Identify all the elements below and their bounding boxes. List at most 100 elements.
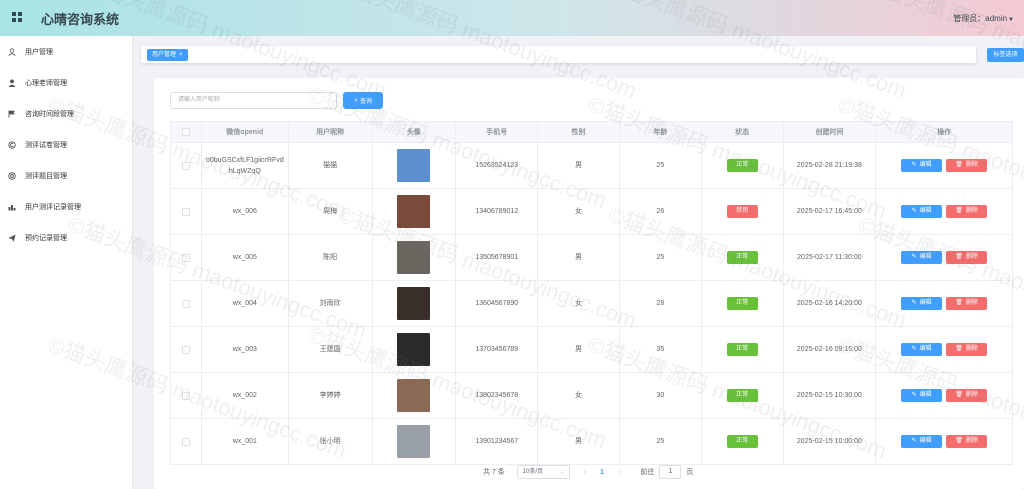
delete-button[interactable]: 🗑 删除 [946, 297, 988, 310]
avatar[interactable] [397, 149, 431, 182]
next-page-button[interactable]: › [618, 469, 620, 476]
avatar-cell [373, 327, 457, 372]
prev-page-button[interactable]: ‹ [584, 469, 586, 476]
row-select[interactable] [171, 143, 202, 188]
age-cell: 25 [620, 235, 702, 280]
delete-button[interactable]: 🗑 删除 [946, 343, 988, 356]
search-input[interactable]: 请输入用户昵称 [170, 92, 337, 109]
edit-button[interactable]: ✎ 编辑 [901, 389, 943, 402]
row-select[interactable] [171, 327, 202, 372]
avatar[interactable] [397, 379, 431, 412]
sidebar-item-label: 测评题目管理 [25, 173, 67, 180]
avatar[interactable] [397, 287, 431, 320]
search-icon: ⌕ [354, 96, 358, 104]
nickname-cell: 猫猫 [289, 143, 373, 188]
edit-label: 编辑 [919, 162, 932, 168]
menu-grid-icon[interactable] [12, 12, 22, 22]
page-size-value: 10条/页 [522, 469, 544, 475]
sidebar-item-papers[interactable]: 测评试卷管理 [0, 135, 133, 155]
top-header: 心晴咨询系统 管理员：admin▼ [0, 0, 1024, 36]
avatar-cell [373, 189, 457, 234]
search-button[interactable]: ⌕ 查询 [343, 92, 383, 109]
checkbox[interactable] [181, 253, 190, 262]
avatar[interactable] [397, 333, 431, 366]
sidebar-item-test-records[interactable]: 用户测评记录管理 [0, 197, 133, 217]
checkbox[interactable] [181, 391, 190, 400]
trash-icon: 🗑 [955, 346, 963, 352]
checkbox[interactable] [181, 128, 190, 136]
sidebar-item-questions[interactable]: 测评题目管理 [0, 166, 133, 186]
actions-cell: ✎ 编辑 🗑 删除 [876, 143, 1012, 188]
phone-cell: 13406789012 [456, 189, 539, 234]
delete-button[interactable]: 🗑 删除 [946, 251, 988, 264]
edit-icon: ✎ [911, 254, 917, 260]
edit-button[interactable]: ✎ 编辑 [901, 251, 943, 264]
delete-button[interactable]: 🗑 删除 [946, 435, 988, 448]
sidebar-item-timeslots[interactable]: 咨询时间段管理 [0, 104, 133, 124]
sidebar-item-teachers[interactable]: 心理老师管理 [0, 73, 133, 93]
avatar-cell [373, 143, 457, 188]
page-number-current[interactable]: 1 [600, 469, 604, 476]
openid-cell: wx_002 [202, 373, 289, 418]
row-select[interactable] [171, 419, 202, 464]
row-select[interactable] [171, 281, 202, 326]
user-menu[interactable]: 管理员：admin▼ [953, 13, 1014, 24]
chevron-down-icon: ⌄ [559, 469, 565, 475]
tab-user-management[interactable]: 用户管理 × [147, 49, 188, 61]
sidebar-item-label: 咨询时间段管理 [25, 111, 74, 118]
edit-label: 编辑 [919, 208, 932, 214]
tab-options-button[interactable]: 标签选项 [987, 48, 1024, 62]
row-select[interactable] [171, 373, 202, 418]
trash-icon: 🗑 [955, 162, 963, 168]
checkbox[interactable] [181, 437, 190, 446]
column-header: 头像 [373, 122, 457, 142]
edit-button[interactable]: ✎ 编辑 [901, 343, 943, 356]
page-size-select[interactable]: 10条/页 ⌄ [516, 465, 570, 479]
avatar[interactable] [397, 241, 431, 274]
delete-button[interactable]: 🗑 删除 [946, 389, 988, 402]
header-select-all[interactable] [171, 122, 202, 142]
status-badge: 正常 [726, 297, 758, 310]
table-row: wx_006 周梅 13406789012 女 26 禁用 2025-02-17 16:45… [170, 189, 1013, 235]
edit-button[interactable]: ✎ 编辑 [901, 205, 943, 218]
edit-label: 编辑 [919, 392, 932, 398]
delete-button[interactable]: 🗑 删除 [946, 205, 988, 218]
status-cell: 正常 [702, 235, 784, 280]
trash-icon: 🗑 [955, 438, 963, 444]
nickname-cell: 张小明 [289, 419, 373, 464]
sidebar-item-label: 测评试卷管理 [25, 142, 67, 149]
status-badge: 正常 [726, 343, 758, 356]
checkbox[interactable] [181, 345, 190, 354]
avatar[interactable] [397, 425, 431, 458]
row-select[interactable] [171, 235, 202, 280]
sidebar-item-appointments[interactable]: 预约记录管理 [0, 228, 133, 248]
age-cell: 26 [620, 189, 702, 234]
gender-cell: 男 [538, 419, 620, 464]
edit-button[interactable]: ✎ 编辑 [901, 159, 943, 172]
edit-icon: ✎ [911, 346, 917, 352]
delete-label: 删除 [965, 438, 978, 444]
column-header: 手机号 [456, 122, 539, 142]
delete-button[interactable]: 🗑 删除 [946, 159, 988, 172]
edit-button[interactable]: ✎ 编辑 [901, 435, 943, 448]
trash-icon: 🗑 [955, 254, 963, 260]
close-icon[interactable]: × [179, 52, 183, 58]
openid-cell: o0buGSCxfLF1giicrRFvdhLqWZqQ [202, 143, 289, 188]
avatar[interactable] [397, 195, 431, 228]
app-title: 心晴咨询系统 [41, 12, 120, 27]
created-time-cell: 2025-02-17 11:30:00 [784, 235, 877, 280]
checkbox[interactable] [181, 299, 190, 308]
nickname-cell: 周梅 [289, 189, 373, 234]
sidebar-item-users[interactable]: 用户管理 [0, 42, 133, 62]
goto-page-input[interactable]: 1 [659, 465, 682, 479]
phone-cell: 13703456789 [456, 327, 539, 372]
checkbox[interactable] [181, 207, 190, 216]
checkbox[interactable] [181, 161, 190, 170]
row-select[interactable] [171, 189, 202, 234]
column-header: 创建时间 [784, 122, 877, 142]
total-count: 共 7 条 [483, 469, 505, 476]
sidebar-item-label: 预约记录管理 [25, 235, 67, 242]
edit-button[interactable]: ✎ 编辑 [901, 297, 943, 310]
nickname-cell: 王建国 [289, 327, 373, 372]
trash-icon: 🗑 [955, 208, 963, 214]
